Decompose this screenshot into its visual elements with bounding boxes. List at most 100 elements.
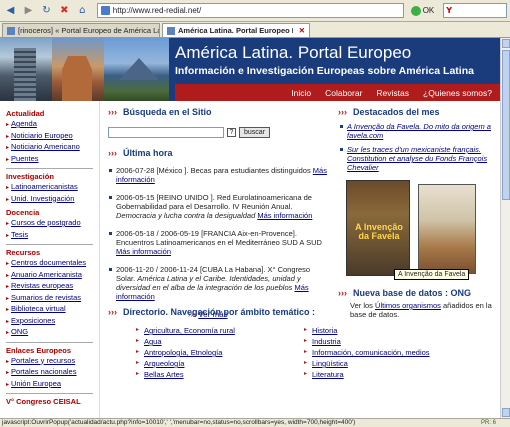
sidebar-divider (6, 168, 93, 169)
book-cover-title: A Invenção da Favela (355, 222, 403, 241)
news-section-title: ››› Última hora (108, 148, 173, 158)
sidebar-item-union-europea[interactable]: Unión Europea (11, 379, 61, 388)
destacado-link-favela[interactable]: A Invenção da Favela. Do mito da origem … (347, 122, 491, 140)
menu-revistas[interactable]: Revistas (376, 88, 409, 98)
book-covers: A Invenção da Favela A Invenção da Favel… (338, 180, 500, 280)
address-bar[interactable]: http://www.red-redial.net/ (96, 3, 404, 18)
tab-close-icon[interactable]: ✕ (299, 26, 305, 35)
site-header: América Latina. Portal Europeo Informaci… (0, 38, 500, 101)
left-sidebar: Actualidad Agenda Noticiario Europeo Not… (0, 101, 100, 418)
sidebar-item-biblioteca-virtual[interactable]: Biblioteca virtual (11, 304, 66, 313)
tab-strip: [rinoceros] « Portal Europeo de América … (0, 22, 510, 38)
status-text: javascript:OuvrirPopup('actualidad/actu.… (2, 419, 356, 426)
sidebar-item-agenda[interactable]: Agenda (11, 119, 37, 128)
scroll-thumb[interactable] (502, 50, 510, 200)
news-item: 2006-11-20 / 2006-11-24 [CUBA La Habana]… (108, 265, 330, 301)
tab-rinoceros[interactable]: [rinoceros] « Portal Europeo de América … (2, 23, 160, 37)
directory-item[interactable]: Historia (312, 326, 337, 335)
directory-item[interactable]: Industria (312, 337, 341, 346)
directory-col-1: Agricultura, Economía rural Agua Antropo… (136, 325, 304, 380)
sidebar-heading-actualidad: Actualidad (6, 109, 45, 118)
sidebar-item-noticiario-americano[interactable]: Noticiario Americano (11, 142, 80, 151)
directory-item[interactable]: Lingüística (312, 359, 348, 368)
go-icon (410, 5, 421, 16)
directory-item[interactable]: Arqueología (144, 359, 184, 368)
stop-icon[interactable]: ✖ (57, 3, 72, 18)
menu-quienes-somos[interactable]: ¿Quienes somos? (423, 88, 492, 98)
status-bar: javascript:OuvrirPopup('actualidad/actu.… (0, 418, 510, 427)
scroll-down-icon[interactable] (502, 408, 510, 417)
header-photo-church (52, 38, 104, 101)
news-item: 2006-07-28 [México ]. Becas para estudia… (108, 166, 330, 184)
search-button[interactable]: buscar (239, 127, 271, 138)
sidebar-divider (6, 341, 93, 343)
book-cover-chevalier[interactable] (418, 184, 476, 274)
tab-label: [rinoceros] « Portal Europeo de América … (18, 26, 160, 35)
sidebar-item-revistas-europeas[interactable]: Revistas europeas (11, 281, 73, 290)
news-item: 2006-05-18 / 2006-05-19 [FRANCIA Aix-en-… (108, 229, 330, 256)
vertical-scrollbar[interactable] (500, 38, 510, 418)
search-help-icon[interactable]: ? (227, 128, 236, 137)
sidebar-item-sumarios[interactable]: Sumarios de revistas (11, 293, 81, 302)
sidebar-item-portales-nacionales[interactable]: Portales nacionales (11, 367, 76, 376)
sidebar-item-centros-documentales[interactable]: Centros documentales (11, 258, 86, 267)
sidebar-item-portales-recursos[interactable]: Portales y recursos (11, 356, 75, 365)
site-title: América Latina. Portal Europeo (175, 43, 412, 62)
sidebar-item-noticiario-europeo[interactable]: Noticiario Europeo (11, 131, 73, 140)
news-item: 2006-05-15 [REINO UNIDO ]. Red Eurolatin… (108, 193, 330, 220)
home-icon[interactable]: ⌂ (75, 3, 90, 18)
go-button[interactable]: OK (410, 5, 435, 16)
tab-favicon-icon (167, 26, 175, 35)
menu-colaborar[interactable]: Colaborar (325, 88, 362, 98)
directory-item[interactable]: Literatura (312, 370, 344, 379)
sidebar-heading-congreso: V° Congreso CEISAL (6, 397, 81, 406)
go-label: OK (422, 6, 435, 15)
sidebar-heading-docencia: Docencia (6, 208, 40, 217)
sidebar-item-tesis[interactable]: Tesis (11, 230, 28, 239)
sidebar-item-unid-investigacion[interactable]: Unid. Investigación (11, 194, 74, 203)
menu-inicio[interactable]: Inicio (291, 88, 311, 98)
sidebar-divider (6, 244, 93, 245)
pagerank-badge: PR: 6 (480, 420, 496, 426)
news-italic-text: Democracia y lucha contra la desigualdad (116, 211, 256, 220)
favicon-icon (100, 6, 110, 15)
search-section-title: ››› Búsqueda en el Sitio (108, 107, 212, 117)
reload-icon[interactable]: ↻ (39, 3, 54, 18)
sidebar-item-exposiciones[interactable]: Exposiciones (11, 316, 55, 325)
tab-favicon-icon (7, 26, 15, 35)
sidebar-heading-enlaces-europeos: Enlaces Europeos (6, 345, 72, 355)
section-marker-icon: ››› (338, 288, 347, 298)
sidebar-heading-investigacion: Investigación (6, 172, 54, 181)
destacados-title: ››› Destacados del mes (338, 107, 440, 117)
directory-item[interactable]: Agricultura, Economía rural (144, 326, 235, 335)
directory-item[interactable]: Agua (144, 337, 162, 346)
search-engine-box[interactable]: Y (443, 3, 508, 18)
back-icon[interactable]: ◀ (3, 3, 18, 18)
site-search-input[interactable] (108, 127, 224, 138)
section-marker-icon: ››› (338, 107, 347, 117)
news-more-link[interactable]: Más información (116, 247, 171, 256)
top-menu: Inicio Colaborar Revistas ¿Quienes somos… (175, 84, 500, 101)
tab-label: América Latina. Portal Europeo REDI... (178, 26, 293, 35)
address-text: http://www.red-redial.net/ (112, 6, 202, 15)
tab-portal-europeo[interactable]: América Latina. Portal Europeo REDI... ✕ (162, 23, 310, 37)
book-cover-favela[interactable]: A Invenção da Favela (346, 180, 410, 276)
sidebar-item-latinoamericanistas[interactable]: Latinoamericanistas (11, 182, 78, 191)
sidebar-item-ong[interactable]: ONG (11, 327, 28, 336)
directory-item[interactable]: Bellas Artes (144, 370, 184, 379)
sidebar-item-cursos[interactable]: Cursos de postgrado (11, 218, 81, 227)
news-italic-text: América Latina y el Caribe. Identidades,… (116, 274, 301, 292)
news-text: 2006-05-15 [REINO UNIDO ]. Red Eurolatin… (116, 193, 312, 211)
forward-icon[interactable]: ▶ (21, 3, 36, 18)
news-more-link[interactable]: Más información (257, 211, 312, 220)
news-text: 2006-05-18 / 2006-05-19 [FRANCIA Aix-en-… (116, 229, 322, 247)
directory-grid: Agricultura, Economía rural Agua Antropo… (108, 325, 498, 380)
directory-item[interactable]: Información, comunicación, medios (312, 348, 430, 357)
destacado-link-chevalier[interactable]: Sur les traces d'un mexicaniste français… (347, 145, 487, 172)
sidebar-item-puentes[interactable]: Puentes (11, 154, 39, 163)
section-marker-icon: ››› (108, 148, 117, 158)
sidebar-item-anuario-americanista[interactable]: Anuario Americanista (11, 270, 82, 279)
directory-item[interactable]: Antropología, Etnología (144, 348, 222, 357)
header-photo-volcano (104, 38, 169, 101)
scroll-up-icon[interactable] (502, 39, 510, 48)
